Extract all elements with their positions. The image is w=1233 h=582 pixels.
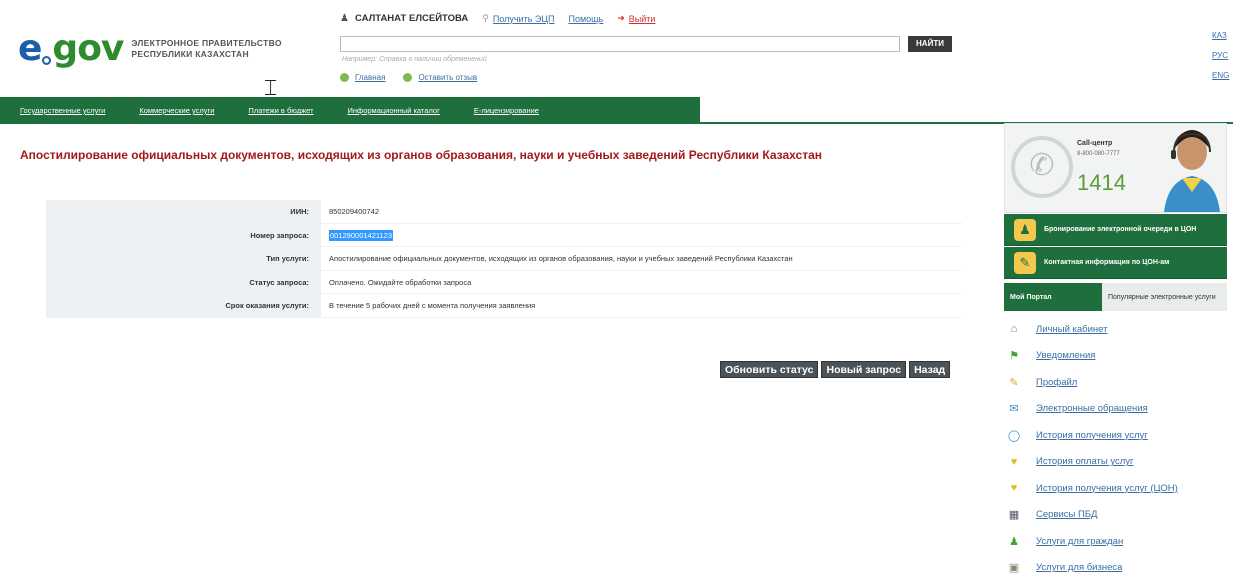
table-row: Тип услуги: Апостилирование официальных …: [46, 247, 962, 271]
language-switcher: КАЗ РУС ENG: [1212, 26, 1229, 86]
queue-people-icon: ♟: [1014, 218, 1036, 241]
request-number-value[interactable]: 001290001421123: [321, 224, 962, 247]
action-buttons: Обновить статус Новый запрос Назад: [720, 361, 953, 378]
iin-label: ИИН:: [46, 200, 321, 223]
service-term-label: Срок оказания услуги:: [46, 294, 321, 317]
lang-kaz[interactable]: КАЗ: [1212, 26, 1229, 46]
sidebar-item-con-history[interactable]: ♥ История получения услуг (ЦОН): [1006, 475, 1228, 502]
history-icon: ◯: [1007, 429, 1021, 442]
back-button[interactable]: Назад: [909, 361, 951, 378]
text-cursor-icon: ⌶: [264, 76, 278, 101]
search-button[interactable]: НАЙТИ: [908, 36, 952, 52]
request-status-value: Оплачено. Ожидайте обработки запроса: [329, 277, 472, 287]
contacts-icon: ✎: [1014, 251, 1036, 274]
tab-popular-services[interactable]: Популярные электронные услуги: [1102, 283, 1227, 311]
lang-eng[interactable]: ENG: [1212, 66, 1229, 86]
request-number-label: Номер запроса:: [46, 223, 321, 246]
subnav-feedback[interactable]: Оставить отзыв: [403, 73, 477, 82]
table-row: Статус запроса: Оплачено. Ожидайте обраб…: [46, 270, 962, 294]
sidebar-tabs: Мой Портал Популярные электронные услуги: [1004, 283, 1227, 311]
sidebar-item-personal-cabinet[interactable]: ⌂ Личный кабинет: [1006, 316, 1228, 343]
sidebar-menu: ⌂ Личный кабинет ⚑ Уведомления ✎ Профайл…: [1006, 316, 1228, 581]
sidebar-item-pbd-services[interactable]: ▦ Сервисы ПБД: [1006, 502, 1228, 529]
refresh-status-button[interactable]: Обновить статус: [720, 361, 819, 378]
feedback-link[interactable]: Оставить отзыв: [418, 73, 477, 82]
request-status-label: Статус запроса:: [46, 270, 321, 293]
call-center-phone: 8-800-080-7777: [1077, 151, 1120, 157]
get-eds-link[interactable]: Получить ЭЦП: [493, 14, 555, 24]
tab-my-portal[interactable]: Мой Портал: [1004, 283, 1102, 311]
home-link[interactable]: Главная: [355, 73, 385, 82]
nav-commercial-services[interactable]: Коммерческие услуги: [139, 106, 214, 115]
sidebar-item-e-requests[interactable]: ✉ Электронные обращения: [1006, 396, 1228, 423]
call-center-short-number: 1414: [1077, 170, 1126, 195]
user-bar: ♟ САЛТАНАТ ЕЛСЕЙТОВА ⚲ Получить ЭЦП Помо…: [340, 13, 669, 24]
queue-booking-button[interactable]: ♟ Бронирование электронной очереди в ЦОН: [1004, 214, 1227, 246]
call-center-banner[interactable]: ✆ Call-центр 8-800-080-7777 1414: [1004, 123, 1227, 213]
service-type-label: Тип услуги:: [46, 247, 321, 270]
user-name: САЛТАНАТ ЕЛСЕЙТОВА: [354, 13, 469, 24]
nav-info-catalog[interactable]: Информационный каталог: [348, 106, 440, 115]
subnav-home[interactable]: Главная: [340, 73, 385, 82]
mail-icon: ✉: [1009, 403, 1019, 416]
help-link[interactable]: Помощь: [568, 14, 603, 24]
nav-budget-payments[interactable]: Платежи в бюджет: [248, 106, 313, 115]
operator-avatar: [1164, 130, 1220, 212]
table-row: Номер запроса: 001290001421123: [46, 223, 962, 247]
sidebar-item-service-history[interactable]: ◯ История получения услуг: [1006, 422, 1228, 449]
con-contacts-button[interactable]: ✎ Контактная информация по ЦОН-ам: [1004, 247, 1227, 279]
user-icon: ♟: [340, 13, 349, 24]
business-icon: ▣: [1008, 562, 1020, 575]
logo-tagline: ЭЛЕКТРОННОЕ ПРАВИТЕЛЬСТВО РЕСПУБЛИКИ КАЗ…: [131, 37, 282, 59]
iin-value: 850209400742: [329, 207, 380, 216]
search-hint: Например: Справка о наличии обременений: [342, 56, 487, 63]
request-info-table: ИИН: 850209400742 Номер запроса: 0012900…: [46, 200, 962, 318]
egov-logo[interactable]: e gov ЭЛЕКТРОННОЕ ПРАВИТЕЛЬСТВО РЕСПУБЛИК…: [18, 28, 282, 69]
sidebar-item-citizen-services[interactable]: ♟ Услуги для граждан: [1006, 528, 1228, 555]
main-navigation: Государственные услуги Коммерческие услу…: [0, 97, 700, 124]
home-icon: ⌂: [1010, 323, 1018, 336]
phone-icon: ✆: [1011, 136, 1073, 198]
page-title: Апостилирование официальных документов, …: [20, 148, 823, 162]
lang-rus[interactable]: РУС: [1212, 46, 1229, 66]
search-input[interactable]: [340, 36, 900, 52]
key-icon: ⚲: [482, 13, 489, 23]
sidebar-item-payment-history[interactable]: ♥ История оплаты услуг: [1006, 449, 1228, 476]
profile-icon: ✎: [1009, 376, 1019, 389]
sidebar-item-profile[interactable]: ✎ Профайл: [1006, 369, 1228, 396]
sidebar-item-business-services[interactable]: ▣ Услуги для бизнеса: [1006, 555, 1228, 582]
con-history-icon: ♥: [1010, 482, 1018, 495]
sub-navigation: Главная Оставить отзыв: [340, 73, 495, 82]
new-request-button[interactable]: Новый запрос: [821, 361, 907, 378]
nav-e-licensing[interactable]: Е-лицензирование: [474, 106, 539, 115]
home-bullet-icon: [340, 73, 349, 82]
logo-mark: e gov: [18, 28, 124, 69]
logout-link[interactable]: Выйти: [629, 14, 656, 24]
services-icon: ▦: [1008, 509, 1020, 522]
notification-icon: ⚑: [1009, 350, 1019, 363]
call-center-label: Call-центр: [1077, 140, 1113, 147]
table-row: ИИН: 850209400742: [46, 200, 962, 224]
payment-history-icon: ♥: [1010, 455, 1018, 468]
service-type-value: Апостилирование официальных документов, …: [329, 254, 793, 263]
table-row: Срок оказания услуги: В течение 5 рабочи…: [46, 294, 962, 318]
nav-gov-services[interactable]: Государственные услуги: [20, 106, 105, 115]
citizens-icon: ♟: [1009, 535, 1019, 548]
logout-icon: ➜: [617, 13, 625, 23]
service-term-value: В течение 5 рабочих дней с момента получ…: [329, 301, 536, 310]
feedback-bullet-icon: [403, 73, 413, 82]
sidebar-item-notifications[interactable]: ⚑ Уведомления: [1006, 343, 1228, 370]
